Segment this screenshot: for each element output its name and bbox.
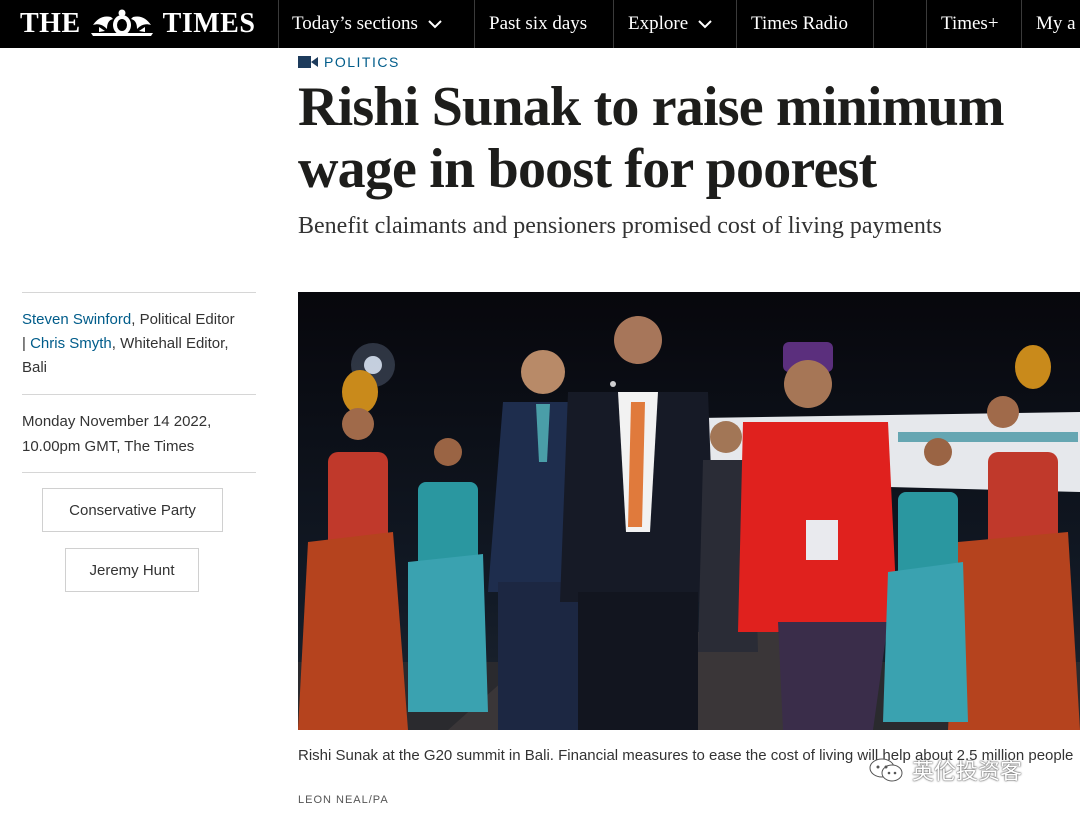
publish-date-line: Monday November 14 2022, bbox=[22, 413, 212, 430]
section-tag[interactable]: POLITICS bbox=[298, 52, 400, 72]
royal-crest-icon bbox=[90, 9, 153, 36]
author-link-steven-swinford[interactable]: Steven Swinford bbox=[22, 311, 131, 328]
nav-times-radio-label: Times Radio bbox=[751, 13, 848, 34]
divider bbox=[22, 394, 256, 395]
byline: Steven Swinford, Political Editor | Chri… bbox=[22, 308, 258, 380]
chevron-down-icon bbox=[698, 20, 712, 29]
nav-divider bbox=[613, 0, 614, 48]
topic-button-conservative-party[interactable]: Conservative Party bbox=[42, 488, 223, 532]
topic-button-jeremy-hunt[interactable]: Jeremy Hunt bbox=[65, 548, 199, 592]
logo-text-times: TIMES bbox=[162, 8, 256, 39]
nav-times-plus[interactable]: Times+ bbox=[941, 0, 999, 48]
watermark-text: 英伦投资客 bbox=[912, 759, 1023, 784]
topic-label: Conservative Party bbox=[69, 501, 196, 519]
nav-divider bbox=[926, 0, 927, 48]
video-camera-icon bbox=[298, 56, 318, 68]
article-headline: Rishi Sunak to raise minimum wage in boo… bbox=[298, 76, 1005, 200]
nav-explore-label: Explore bbox=[628, 13, 689, 34]
section-label: POLITICS bbox=[324, 54, 400, 70]
nav-past-six-days[interactable]: Past six days bbox=[489, 0, 587, 48]
publish-date: Monday November 14 2022, 10.00pm GMT, Th… bbox=[22, 409, 258, 459]
nav-divider bbox=[736, 0, 737, 48]
nav-divider bbox=[1021, 0, 1022, 48]
divider bbox=[22, 292, 256, 293]
nav-times-plus-label: Times+ bbox=[941, 13, 999, 34]
byline-separator: | bbox=[22, 335, 31, 352]
byline-location: Bali bbox=[22, 359, 48, 376]
divider bbox=[22, 472, 256, 473]
nav-times-radio[interactable]: Times Radio bbox=[751, 0, 848, 48]
logo-text-the: THE bbox=[20, 8, 81, 39]
author-role: , Political Editor bbox=[131, 311, 235, 328]
top-navigation-bar: THE TIMES Today’s sections Past six days… bbox=[0, 0, 1080, 48]
topic-label: Jeremy Hunt bbox=[89, 561, 175, 579]
nav-todays-sections-label: Today’s sections bbox=[292, 13, 418, 34]
nav-todays-sections[interactable]: Today’s sections bbox=[292, 0, 442, 48]
photo-credit: LEON NEAL/PA bbox=[298, 794, 389, 806]
nav-my-account-label: My a bbox=[1036, 13, 1076, 34]
nav-past-six-days-label: Past six days bbox=[489, 13, 588, 34]
author-link-chris-smyth[interactable]: Chris Smyth bbox=[30, 335, 112, 352]
article-standfirst: Benefit claimants and pensioners promise… bbox=[298, 213, 942, 239]
publish-time-line: 10.00pm GMT, The Times bbox=[22, 438, 195, 455]
nav-my-account[interactable]: My a bbox=[1036, 0, 1076, 48]
nav-divider bbox=[873, 0, 874, 48]
wechat-icon bbox=[869, 758, 903, 782]
times-logo[interactable]: THE TIMES bbox=[20, 4, 255, 44]
nav-divider bbox=[474, 0, 475, 48]
watermark: 英伦投资客 bbox=[868, 754, 1022, 786]
chevron-down-icon bbox=[428, 20, 442, 29]
nav-explore[interactable]: Explore bbox=[628, 0, 712, 48]
author-role: , Whitehall Editor, bbox=[111, 335, 229, 352]
article-photo[interactable] bbox=[298, 292, 1080, 730]
nav-divider bbox=[278, 0, 279, 48]
